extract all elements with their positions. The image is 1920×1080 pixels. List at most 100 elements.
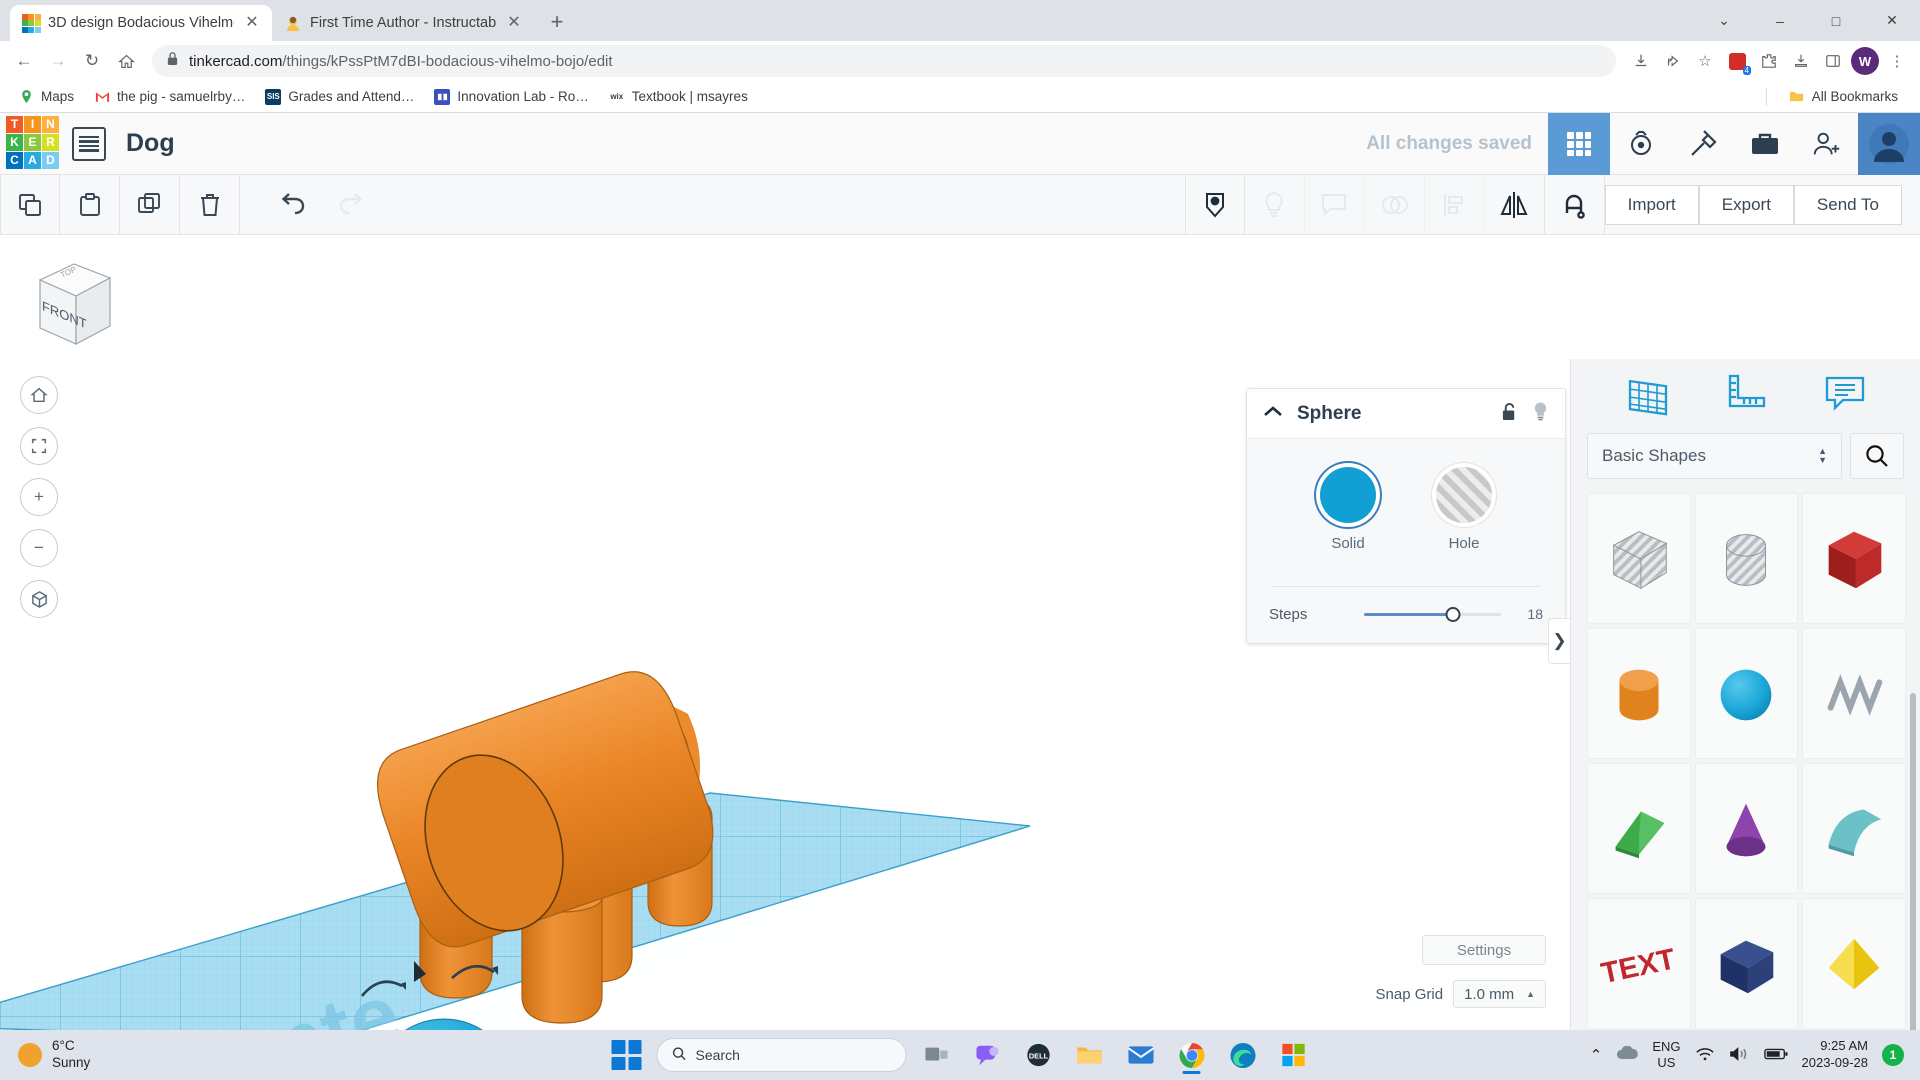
mirror-icon[interactable] <box>1485 174 1545 235</box>
shape-category-select[interactable]: Basic Shapes ▲ ▼ <box>1587 433 1842 479</box>
taskview-icon[interactable] <box>916 1034 958 1076</box>
edge-icon[interactable] <box>1222 1034 1264 1076</box>
address-bar[interactable]: tinkercad.com/things/kPssPtM7dBI-bodacio… <box>152 45 1616 77</box>
bookmark-star-icon[interactable]: ☆ <box>1690 46 1720 76</box>
store-icon[interactable] <box>1273 1034 1315 1076</box>
reload-icon[interactable]: ↻ <box>76 45 108 77</box>
browser-tab-0[interactable]: 3D design Bodacious Vihelmo-B ✕ <box>10 5 272 41</box>
shape-item-6[interactable] <box>1587 763 1691 894</box>
browser-tab-1[interactable]: First Time Author - Instructables ✕ <box>272 5 534 41</box>
align-icon[interactable] <box>1425 174 1485 235</box>
shape-item-4[interactable] <box>1694 628 1799 759</box>
chrome-icon[interactable] <box>1171 1034 1213 1076</box>
shape-item-3[interactable] <box>1587 628 1691 759</box>
shape-item-2[interactable] <box>1802 493 1906 624</box>
simulate-hammer-icon[interactable] <box>1672 113 1734 175</box>
blocks-grid-icon[interactable] <box>1548 112 1610 175</box>
side-panel-icon[interactable] <box>1818 46 1848 76</box>
note-icon[interactable] <box>1305 174 1365 235</box>
fit-to-view-icon[interactable] <box>20 427 58 465</box>
profile-avatar[interactable]: W <box>1850 46 1880 76</box>
delete-trash-icon[interactable] <box>180 174 240 235</box>
ruler-icon[interactable] <box>1722 372 1770 421</box>
duplicate-icon[interactable] <box>120 174 180 235</box>
export-button[interactable]: Export <box>1698 184 1794 225</box>
solid-option[interactable]: Solid <box>1320 467 1376 552</box>
slider-knob[interactable] <box>1445 606 1461 622</box>
windows-start-icon[interactable] <box>606 1034 648 1076</box>
hole-option[interactable]: Hole <box>1436 467 1492 552</box>
panel-collapse-toggle[interactable]: ❯ <box>1548 618 1570 664</box>
workplane-grid-icon[interactable] <box>1622 372 1672 421</box>
wifi-icon[interactable] <box>1695 1046 1715 1065</box>
volume-icon[interactable] <box>1729 1046 1750 1065</box>
all-bookmarks-button[interactable]: All Bookmarks <box>1781 86 1906 108</box>
settings-button[interactable]: Settings <box>1422 935 1546 965</box>
close-icon[interactable]: ✕ <box>504 13 524 33</box>
downloads-tray-icon[interactable] <box>1786 46 1816 76</box>
bookmark-item-4[interactable]: wix Textbook | msayres <box>601 86 756 108</box>
bookmark-item-1[interactable]: the pig - samuelrby… <box>86 86 253 108</box>
snap-grid-value-dropdown[interactable]: 1.0 mm ▲ <box>1453 980 1546 1008</box>
home-icon[interactable] <box>110 45 142 77</box>
paste-icon[interactable] <box>60 174 120 235</box>
notes-icon[interactable] <box>1821 372 1869 421</box>
tab-search-chevron-icon[interactable]: ⌄ <box>1696 0 1752 41</box>
close-icon[interactable]: ✕ <box>242 13 262 33</box>
bookmark-item-0[interactable]: Maps <box>10 86 82 108</box>
shape-item-7[interactable] <box>1694 763 1799 894</box>
project-list-icon[interactable] <box>72 126 106 161</box>
redo-icon[interactable] <box>322 175 382 235</box>
solid-color-swatch[interactable] <box>1320 467 1376 523</box>
workspace-canvas[interactable]: Adelante <box>0 236 1920 1040</box>
copy-icon[interactable] <box>0 174 60 235</box>
mail-icon[interactable] <box>1120 1034 1162 1076</box>
new-tab-button[interactable]: + <box>540 5 574 39</box>
view-cube[interactable]: FRONT TOP <box>28 256 120 346</box>
group-icon[interactable] <box>1365 174 1425 235</box>
dell-icon[interactable]: DELL <box>1018 1034 1060 1076</box>
back-icon[interactable]: ← <box>8 45 40 77</box>
shape-item-0[interactable] <box>1587 493 1691 624</box>
send-to-button[interactable]: Send To <box>1793 184 1902 225</box>
extensions-puzzle-icon[interactable] <box>1754 46 1784 76</box>
battery-icon[interactable] <box>1763 1047 1788 1064</box>
taskbar-search-input[interactable]: Search <box>656 1038 907 1072</box>
shape-item-8[interactable] <box>1802 763 1906 894</box>
onedrive-icon[interactable] <box>1616 1045 1639 1064</box>
lightbulb-note-icon[interactable] <box>1245 174 1305 235</box>
bookmark-item-3[interactable]: Innovation Lab - Ro… <box>426 86 596 108</box>
magnet-snap-icon[interactable] <box>1545 174 1605 235</box>
home-view-icon[interactable] <box>20 376 58 414</box>
undo-icon[interactable] <box>262 175 322 235</box>
share-icon[interactable] <box>1658 46 1688 76</box>
tray-chevron-icon[interactable]: ⌃ <box>1590 1046 1603 1064</box>
chevron-up-icon[interactable] <box>1263 405 1283 423</box>
language-indicator[interactable]: ENG US <box>1652 1039 1680 1072</box>
zoom-out-icon[interactable]: − <box>20 529 58 567</box>
shape-item-11[interactable] <box>1802 898 1906 1029</box>
unlock-icon[interactable] <box>1501 402 1518 426</box>
user-avatar[interactable] <box>1858 112 1920 175</box>
lightbulb-icon[interactable] <box>1532 401 1549 426</box>
close-window-button[interactable]: ✕ <box>1864 0 1920 41</box>
minimize-button[interactable]: – <box>1752 0 1808 41</box>
taskbar-clock[interactable]: 9:25 AM 2023-09-28 <box>1802 1038 1869 1072</box>
maximize-button[interactable]: □ <box>1808 0 1864 41</box>
notification-badge[interactable]: 1 <box>1882 1044 1904 1066</box>
shape-item-9[interactable]: TEXT <box>1587 898 1691 1029</box>
shape-item-10[interactable] <box>1694 898 1799 1029</box>
add-person-icon[interactable] <box>1796 113 1858 175</box>
hole-swatch[interactable] <box>1436 467 1492 523</box>
chrome-menu-icon[interactable]: ⋮ <box>1882 46 1912 76</box>
teams-icon[interactable] <box>967 1034 1009 1076</box>
tinkercad-logo[interactable]: T I N K E R C A D <box>6 115 62 172</box>
forward-icon[interactable]: → <box>42 45 74 77</box>
workplane-icon[interactable] <box>1184 174 1245 235</box>
zoom-in-icon[interactable]: + <box>20 478 58 516</box>
shape-item-5[interactable] <box>1802 628 1906 759</box>
orthographic-view-icon[interactable] <box>20 580 58 618</box>
bookmark-item-2[interactable]: SIS Grades and Attend… <box>257 86 422 108</box>
search-button[interactable] <box>1850 433 1904 479</box>
import-button[interactable]: Import <box>1604 184 1699 225</box>
